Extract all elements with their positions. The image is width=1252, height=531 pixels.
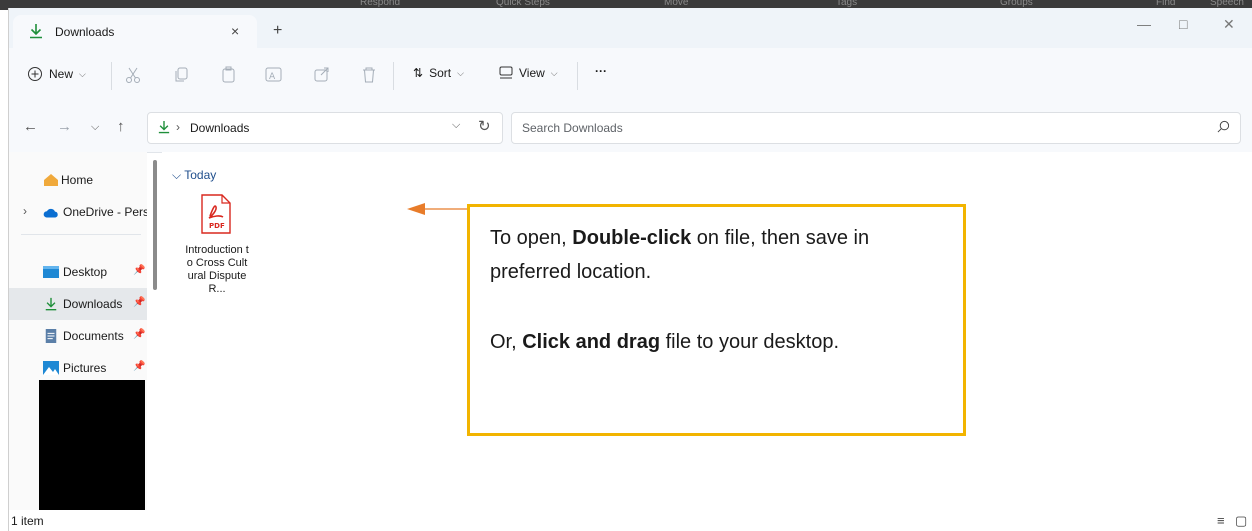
chevron-down-icon: ⌵ [172, 168, 182, 182]
redacted-area [39, 380, 145, 510]
callout-emphasis: Click and drag [522, 331, 661, 353]
rename-icon[interactable]: A [265, 66, 283, 84]
callout-text: Or, [490, 331, 523, 353]
view-button[interactable]: View ⌵ [499, 66, 558, 80]
address-dropdown-icon[interactable]: ⌵ [452, 119, 460, 132]
chevron-down-icon: ⌵ [550, 67, 558, 78]
title-bar: Downloads × + — □ ✕ [9, 8, 1252, 48]
minimize-button[interactable]: — [1137, 16, 1151, 32]
cloud-icon [43, 208, 58, 218]
close-window-button[interactable]: ✕ [1223, 16, 1235, 33]
sort-label: Sort [429, 66, 452, 80]
chevron-down-icon: ⌵ [79, 68, 86, 79]
callout-text: To open, [490, 227, 573, 249]
sidebar-item-home[interactable]: Home [9, 164, 147, 196]
divider [577, 62, 578, 90]
group-header-today[interactable]: ⌵ Today [172, 168, 216, 183]
share-icon[interactable] [313, 66, 331, 84]
refresh-icon[interactable]: ↻ [478, 117, 491, 135]
ribbon-label: Respond [360, 0, 401, 8]
pin-icon[interactable]: 📌 [133, 361, 145, 372]
download-icon [158, 121, 170, 134]
search-input[interactable]: Search Downloads [511, 112, 1241, 144]
pdf-file-icon: PDF [201, 194, 231, 234]
sidebar-item-label: Documents [63, 329, 124, 343]
pin-icon[interactable]: 📌 [133, 329, 145, 340]
file-list: ⌵ Today PDF Introduction to Cross Cultur… [162, 152, 1252, 510]
chevron-right-icon: › [176, 120, 180, 134]
ribbon-label: Find [1156, 0, 1176, 8]
cut-icon[interactable] [125, 66, 141, 84]
sidebar-scrollbar[interactable] [153, 160, 157, 290]
chevron-right-icon[interactable]: › [23, 204, 27, 218]
plus-circle-icon [28, 67, 42, 81]
delete-icon[interactable] [361, 66, 377, 84]
details-view-icon[interactable]: ≡ [1217, 513, 1225, 528]
address-bar[interactable]: › Downloads ⌵ ↻ [147, 112, 503, 144]
download-icon [45, 297, 57, 311]
item-count: 1 item [11, 514, 44, 528]
pin-icon[interactable]: 📌 [133, 297, 145, 308]
command-bar: New ⌵ A ⇅ Sort ⌵ View ⌵ ··· [9, 48, 1252, 105]
search-placeholder: Search Downloads [522, 121, 623, 135]
tab-title: Downloads [55, 25, 115, 39]
sidebar-item-downloads[interactable]: Downloads 📌 [9, 288, 147, 320]
back-button[interactable]: ← [23, 118, 38, 135]
maximize-button[interactable]: □ [1179, 16, 1187, 32]
sidebar-item-documents[interactable]: Documents 📌 [9, 320, 147, 352]
sort-button[interactable]: ⇅ Sort ⌵ [413, 66, 464, 80]
pin-icon[interactable]: 📌 [133, 265, 145, 276]
sidebar-item-label: Downloads [63, 297, 123, 311]
ribbon-label: Groups [1000, 0, 1033, 8]
sidebar-item-label: Desktop [63, 265, 108, 279]
ribbon-label: Move [664, 0, 689, 8]
sidebar-item-desktop[interactable]: Desktop 📌 [9, 256, 147, 288]
ribbon-label: Speech [1210, 0, 1244, 8]
view-label: View [519, 66, 545, 80]
search-icon [1217, 120, 1230, 133]
desktop-icon [43, 266, 59, 278]
new-tab-button[interactable]: + [273, 22, 282, 40]
home-icon [44, 174, 58, 186]
instruction-callout: To open, Double-click on file, then save… [467, 204, 966, 436]
callout-text: file to your desktop. [660, 331, 840, 353]
sidebar-item-onedrive[interactable]: › OneDrive - Perso [9, 196, 147, 228]
group-label: Today [184, 168, 217, 182]
divider [393, 62, 394, 90]
tiles-view-icon[interactable]: ▢ [1235, 513, 1247, 529]
svg-text:A: A [269, 72, 276, 82]
recent-locations-chevron-icon[interactable]: ⌵ [91, 121, 99, 134]
chevron-down-icon: ⌵ [457, 67, 464, 78]
divider [21, 234, 141, 235]
sort-icon: ⇅ [413, 66, 424, 80]
ribbon-label: Tags [836, 0, 858, 8]
navigation-pane: Home › OneDrive - Perso Desktop 📌 Downlo… [9, 152, 147, 510]
file-name: Introduction to Cross Cultural Dispute R… [185, 244, 249, 295]
new-button[interactable]: New ⌵ [27, 66, 86, 82]
file-explorer-window: Downloads × + — □ ✕ New ⌵ A ⇅ Sort ⌵ Vie… [8, 8, 1252, 531]
sidebar-item-label: Pictures [63, 361, 107, 375]
close-tab-icon[interactable]: × [231, 23, 239, 39]
view-icon [499, 66, 513, 79]
forward-button[interactable]: → [57, 118, 72, 135]
sidebar-item-label: OneDrive - Perso [63, 205, 147, 219]
copy-icon[interactable] [173, 66, 189, 84]
more-options-button[interactable]: ··· [595, 64, 607, 78]
new-label: New [49, 67, 74, 81]
callout-emphasis: Double-click [572, 227, 692, 249]
ribbon-label: Quick Steps [496, 0, 550, 8]
status-bar: 1 item ≡ ▢ [9, 510, 1252, 531]
up-button[interactable]: ↑ [117, 118, 125, 135]
paste-icon[interactable] [221, 66, 237, 84]
breadcrumb-downloads[interactable]: Downloads [190, 121, 249, 135]
tab-downloads[interactable]: Downloads × [13, 15, 257, 48]
download-icon [30, 24, 42, 39]
pictures-icon [43, 361, 59, 375]
document-icon [45, 329, 57, 343]
address-row: ← → ⌵ ↑ › Downloads ⌵ ↻ Search Downloads [9, 104, 1252, 153]
divider [111, 62, 112, 90]
sidebar-item-label: Home [61, 173, 94, 187]
pdf-badge: PDF [209, 222, 225, 230]
